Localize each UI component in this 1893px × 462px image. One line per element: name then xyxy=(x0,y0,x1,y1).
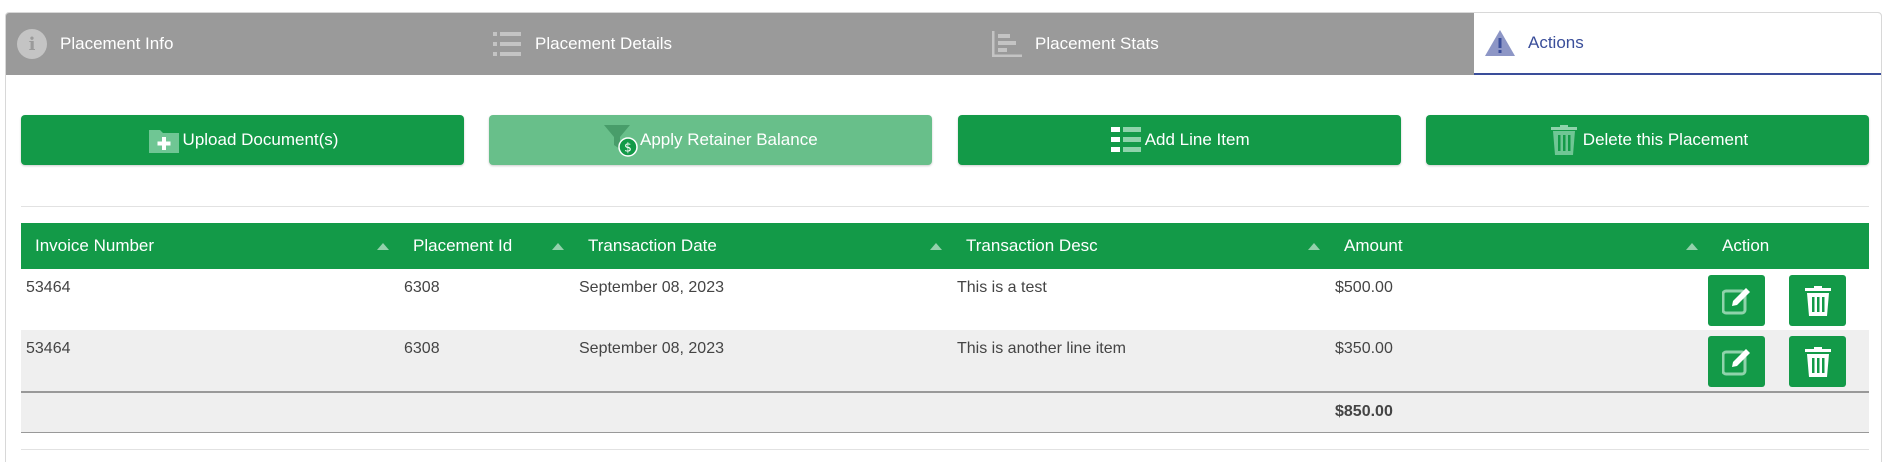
column-header-placement-id[interactable]: Placement Id xyxy=(399,223,574,269)
cell-transaction-date: September 08, 2023 xyxy=(579,279,724,296)
total-amount: $850.00 xyxy=(1335,403,1393,420)
button-label: Add Line Item xyxy=(1144,130,1250,149)
table-row: 53464 6308 September 08, 2023 This is an… xyxy=(21,330,1869,391)
sort-icon[interactable] xyxy=(930,243,942,250)
edit-button[interactable] xyxy=(1708,275,1765,326)
transactions-table: Invoice Number Placement Id Transaction … xyxy=(21,223,1869,433)
table-header: Invoice Number Placement Id Transaction … xyxy=(21,223,1869,269)
svg-text:$: $ xyxy=(624,141,632,155)
edit-icon xyxy=(1721,348,1750,375)
column-header-transaction-desc[interactable]: Transaction Desc xyxy=(952,223,1330,269)
table-total-row: $850.00 xyxy=(21,391,1869,433)
table-row: 53464 6308 September 08, 2023 This is a … xyxy=(21,269,1869,330)
sort-icon[interactable] xyxy=(1308,243,1320,250)
cell-placement-id: 6308 xyxy=(404,340,440,357)
sort-icon[interactable] xyxy=(552,243,564,250)
column-header-transaction-date[interactable]: Transaction Date xyxy=(574,223,952,269)
delete-row-button[interactable] xyxy=(1789,275,1846,326)
sort-icon[interactable] xyxy=(377,243,389,250)
folder-plus-icon xyxy=(147,123,181,157)
delete-row-button[interactable] xyxy=(1789,336,1846,387)
upload-documents-button[interactable]: Upload Document(s) xyxy=(21,115,464,165)
apply-retainer-balance-button[interactable]: $ Apply Retainer Balance xyxy=(489,115,933,165)
tab-label: Placement Details xyxy=(535,34,673,53)
tab-bar: i Placement Info Placement Details Place… xyxy=(6,13,1881,75)
cell-actions xyxy=(1708,269,1869,330)
cell-transaction-desc: This is a test xyxy=(957,279,1047,296)
cell-amount: $350.00 xyxy=(1335,340,1393,357)
edit-button[interactable] xyxy=(1708,336,1765,387)
tab-label: Placement Stats xyxy=(1035,34,1159,53)
button-label: Delete this Placement xyxy=(1582,130,1749,149)
column-header-amount[interactable]: Amount xyxy=(1330,223,1708,269)
trash-icon xyxy=(1547,123,1581,157)
delete-placement-button[interactable]: Delete this Placement xyxy=(1425,115,1869,165)
info-icon: i xyxy=(16,28,48,60)
sort-icon[interactable] xyxy=(1686,243,1698,250)
cell-invoice-number: 53464 xyxy=(26,279,71,296)
add-line-item-button[interactable]: Add Line Item xyxy=(957,115,1401,165)
trash-icon xyxy=(1804,346,1831,377)
cell-invoice-number: 53464 xyxy=(26,340,71,357)
action-button-row: Upload Document(s) $ Apply Retainer Bala… xyxy=(21,115,1869,165)
cell-actions xyxy=(1708,330,1869,391)
divider xyxy=(21,206,1869,207)
list-icon xyxy=(491,28,523,60)
funnel-dollar-icon: $ xyxy=(603,123,638,157)
tab-placement-details[interactable]: Placement Details xyxy=(481,13,981,75)
cell-transaction-date: September 08, 2023 xyxy=(579,340,724,357)
tab-placement-info[interactable]: i Placement Info xyxy=(6,13,481,75)
placement-panel: i Placement Info Placement Details Place… xyxy=(5,12,1882,462)
tab-placement-stats[interactable]: Placement Stats xyxy=(981,13,1474,75)
cell-transaction-desc: This is another line item xyxy=(957,340,1126,357)
tab-label: Placement Info xyxy=(60,34,174,53)
button-label: Upload Document(s) xyxy=(182,130,339,149)
edit-icon xyxy=(1721,287,1750,314)
tab-actions[interactable]: Actions xyxy=(1474,13,1881,75)
button-label: Apply Retainer Balance xyxy=(639,130,818,149)
cell-placement-id: 6308 xyxy=(404,279,440,296)
list-add-icon xyxy=(1109,123,1143,157)
bar-chart-icon xyxy=(991,28,1023,60)
warning-icon xyxy=(1484,27,1516,59)
trash-icon xyxy=(1804,285,1831,316)
column-header-action: Action xyxy=(1722,236,1770,255)
column-header-invoice-number[interactable]: Invoice Number xyxy=(21,223,399,269)
tab-label: Actions xyxy=(1528,33,1584,52)
divider xyxy=(21,449,1869,450)
cell-amount: $500.00 xyxy=(1335,279,1393,296)
